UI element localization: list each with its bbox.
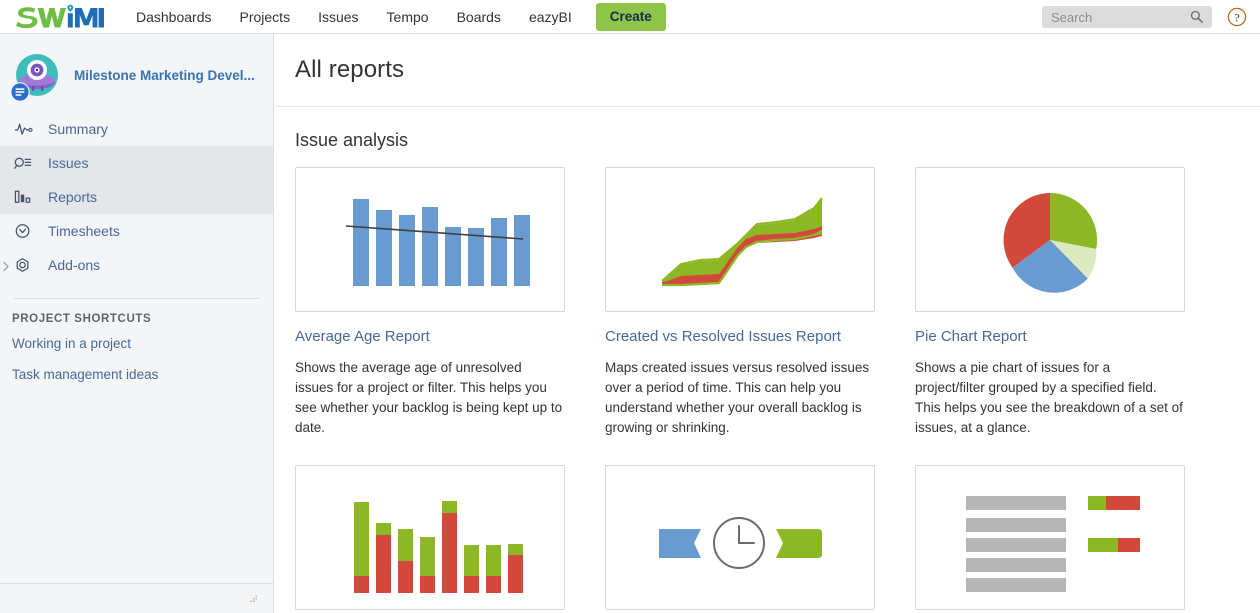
primary-nav-links: Dashboards Projects Issues Tempo Boards … (122, 0, 666, 34)
nav-item-issues[interactable]: Issues (304, 0, 372, 34)
workload-bars-thumbnail[interactable] (915, 465, 1185, 610)
search-input[interactable] (1042, 7, 1182, 27)
pulse-line-icon (14, 119, 40, 139)
stacked-bar-chart-thumbnail[interactable] (295, 465, 565, 610)
svg-text:?: ? (1234, 11, 1239, 25)
swim-logo-icon (16, 4, 104, 28)
sidebar-item-label: Issues (48, 155, 89, 171)
main-content: All reports Issue analysis Average Age R… (275, 34, 1260, 613)
sidebar-item-addons[interactable]: Add-ons (0, 248, 273, 282)
project-shortcuts-heading: PROJECT SHORTCUTS (12, 313, 152, 325)
report-card-description: Shows a pie chart of issues for a projec… (915, 360, 1183, 435)
report-card-created-vs-resolved: Created vs Resolved Issues Report Maps c… (605, 167, 915, 438)
sidebar-item-issues[interactable]: Issues (0, 146, 273, 180)
list-lines-badge-icon (10, 82, 30, 102)
project-sidebar: Milestone Marketing Devel... Summary Iss… (0, 34, 274, 613)
bar-chart-icon (14, 187, 40, 207)
nav-right-group: ? (1042, 0, 1260, 34)
project-header[interactable]: Milestone Marketing Devel... (0, 40, 273, 112)
section-heading-issue-analysis: Issue analysis (295, 130, 409, 150)
hexagon-circle-icon (14, 255, 40, 275)
magnifier-icon (1190, 10, 1203, 28)
sidebar-item-summary[interactable]: Summary (0, 112, 273, 146)
report-card-stacked-bars (295, 465, 605, 613)
report-card-description: Maps created issues versus resolved issu… (605, 360, 870, 435)
swim-logo[interactable] (14, 4, 110, 30)
project-name-label: Milestone Marketing Devel... (74, 68, 255, 83)
nav-item-tempo[interactable]: Tempo (373, 0, 443, 34)
avatar (10, 51, 62, 102)
report-card-average-age: Average Age Report Shows the average age… (295, 167, 605, 438)
report-card-description: Shows the average age of unresolved issu… (295, 360, 563, 435)
sidebar-item-label: Summary (48, 121, 108, 137)
sidebar-item-label: Reports (48, 189, 98, 205)
report-card-title[interactable]: Created vs Resolved Issues Report (605, 328, 915, 346)
nav-item-dashboards[interactable]: Dashboards (122, 0, 226, 34)
page-title: All reports (295, 56, 405, 83)
top-navigation-bar: Dashboards Projects Issues Tempo Boards … (0, 0, 1260, 34)
reports-card-grid: Average Age Report Shows the average age… (275, 151, 1260, 613)
chevron-right-icon[interactable] (2, 259, 10, 277)
report-card-pie-chart: Pie Chart Report Shows a pie chart of is… (915, 167, 1225, 438)
report-card-workload (915, 465, 1225, 613)
sidebar-item-reports[interactable]: Reports (0, 180, 273, 214)
bar-chart-with-trendline-thumbnail[interactable] (295, 167, 565, 312)
report-card-time-tracking (605, 465, 915, 613)
help-icon[interactable]: ? (1226, 6, 1248, 28)
sidebar-item-timesheets[interactable]: Timesheets (0, 214, 273, 248)
create-button[interactable]: Create (595, 2, 666, 31)
sidebar-footer (0, 583, 273, 613)
magnifier-list-icon (14, 153, 40, 173)
time-tracking-clock-thumbnail[interactable] (605, 465, 875, 610)
sidebar-item-label: Timesheets (48, 223, 120, 239)
resize-grip-icon[interactable] (248, 593, 260, 611)
created-vs-resolved-area-thumbnail[interactable] (605, 167, 875, 312)
shortcut-task-management-ideas[interactable]: Task management ideas (0, 359, 273, 390)
clock-chevron-icon (14, 221, 40, 241)
nav-item-projects[interactable]: Projects (226, 0, 305, 34)
sidebar-item-label: Add-ons (48, 257, 101, 273)
report-card-title[interactable]: Average Age Report (295, 328, 605, 346)
shortcut-working-in-a-project[interactable]: Working in a project (0, 328, 273, 359)
nav-item-boards[interactable]: Boards (443, 0, 515, 34)
search-box[interactable] (1042, 6, 1212, 28)
nav-item-eazybi[interactable]: eazyBI (515, 0, 586, 34)
pie-chart-thumbnail[interactable] (915, 167, 1185, 312)
report-card-title[interactable]: Pie Chart Report (915, 328, 1225, 346)
